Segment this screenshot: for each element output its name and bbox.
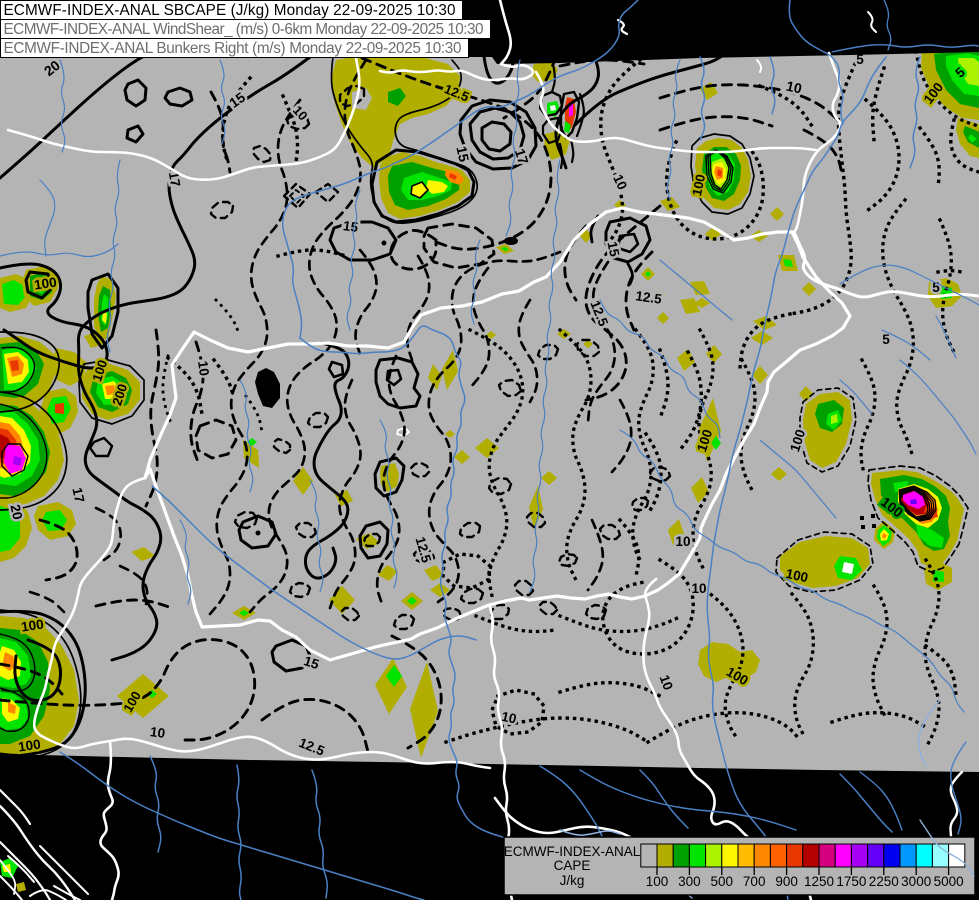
svg-text:5000: 5000 bbox=[934, 874, 964, 889]
svg-text:5: 5 bbox=[882, 332, 890, 347]
svg-text:900: 900 bbox=[775, 874, 798, 889]
svg-text:1250: 1250 bbox=[804, 874, 834, 889]
svg-text:700: 700 bbox=[743, 874, 766, 889]
svg-text:100: 100 bbox=[33, 275, 57, 293]
svg-text:ECMWF-INDEX-ANAL WindShear_ (m: ECMWF-INDEX-ANAL WindShear_ (m/s) 0-6km … bbox=[4, 21, 484, 38]
svg-text:10: 10 bbox=[149, 724, 166, 741]
svg-text:3000: 3000 bbox=[901, 874, 931, 889]
svg-text:10: 10 bbox=[500, 709, 518, 727]
svg-text:J/kg: J/kg bbox=[560, 873, 585, 888]
svg-text:10: 10 bbox=[691, 581, 706, 596]
svg-text:100: 100 bbox=[646, 874, 669, 889]
svg-text:10: 10 bbox=[195, 360, 212, 377]
svg-text:1750: 1750 bbox=[836, 874, 866, 889]
svg-text:CAPE: CAPE bbox=[554, 858, 591, 873]
svg-text:500: 500 bbox=[711, 874, 734, 889]
svg-text:ECMWF-INDEX-ANAL SBCAPE (J/kg): ECMWF-INDEX-ANAL SBCAPE (J/kg) Monday 22… bbox=[4, 2, 456, 19]
svg-text:100: 100 bbox=[20, 617, 44, 635]
svg-text:20: 20 bbox=[8, 503, 26, 521]
svg-text:300: 300 bbox=[678, 874, 701, 889]
svg-text:10: 10 bbox=[675, 534, 690, 549]
svg-text:2250: 2250 bbox=[869, 874, 899, 889]
svg-text:ECMWF-INDEX-ANAL Bunkers Right: ECMWF-INDEX-ANAL Bunkers Right (m/s) Mon… bbox=[4, 40, 462, 57]
svg-text:ECMWF-INDEX-ANAL: ECMWF-INDEX-ANAL bbox=[504, 844, 641, 859]
svg-text:100: 100 bbox=[17, 737, 41, 755]
svg-text:17: 17 bbox=[70, 486, 88, 504]
